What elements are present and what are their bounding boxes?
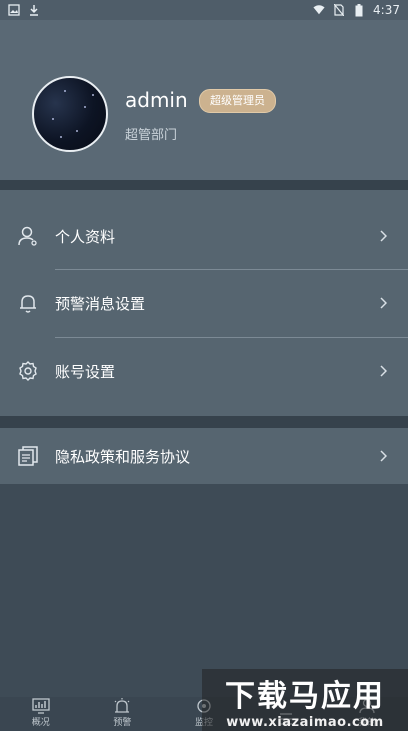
chevron-right-icon: [378, 449, 388, 463]
chevron-right-icon: [378, 364, 388, 378]
chevron-right-icon: [378, 296, 388, 310]
department-label: 超管部门: [125, 128, 178, 143]
menu-item-privacy-policy[interactable]: 隐私政策和服务协议: [0, 423, 408, 489]
battery-icon: [353, 3, 365, 16]
status-time: 4:37: [373, 3, 400, 17]
section-divider: [0, 180, 408, 190]
status-right: 4:37: [313, 3, 400, 17]
legal-menu: 隐私政策和服务协议: [0, 428, 408, 484]
watermark: 下载马应用 www.xiazaimao.com: [202, 669, 408, 731]
menu-item-profile[interactable]: 个人资料: [0, 203, 408, 269]
watermark-url: www.xiazaimao.com: [226, 714, 384, 730]
user-icon: [17, 225, 39, 247]
document-icon: [17, 445, 39, 467]
avatar[interactable]: [32, 76, 108, 152]
watermark-title: 下载马应用: [225, 678, 385, 714]
menu-item-label: 隐私政策和服务协议: [55, 447, 191, 466]
bell-icon: [17, 292, 39, 314]
chart-icon: [31, 697, 51, 715]
nav-item-label: 概况: [31, 718, 50, 728]
menu-item-alert-settings[interactable]: 预警消息设置: [0, 270, 408, 336]
menu-item-label: 账号设置: [55, 362, 116, 381]
status-left: [8, 4, 40, 16]
menu-item-account-settings[interactable]: 账号设置: [0, 338, 408, 404]
chevron-right-icon: [378, 229, 388, 243]
nav-item-alerts[interactable]: 预警: [92, 697, 152, 728]
no-sim-icon: [333, 4, 345, 16]
download-icon: [28, 4, 40, 16]
alarm-icon: [112, 697, 132, 715]
status-bar: 4:37: [0, 0, 408, 20]
profile-header: admin 超级管理员 超管部门: [0, 20, 408, 180]
wifi-icon: [313, 4, 325, 16]
menu-item-label: 预警消息设置: [55, 294, 146, 313]
settings-menu: 个人资料 预警消息设置 账号设置: [0, 190, 408, 416]
gear-icon: [17, 360, 39, 382]
role-badge: 超级管理员: [199, 89, 276, 113]
nav-item-label: 预警: [113, 718, 132, 728]
menu-item-label: 个人资料: [55, 227, 116, 246]
username: admin: [125, 88, 188, 112]
image-icon: [8, 4, 20, 16]
nav-item-overview[interactable]: 概况: [11, 697, 71, 728]
